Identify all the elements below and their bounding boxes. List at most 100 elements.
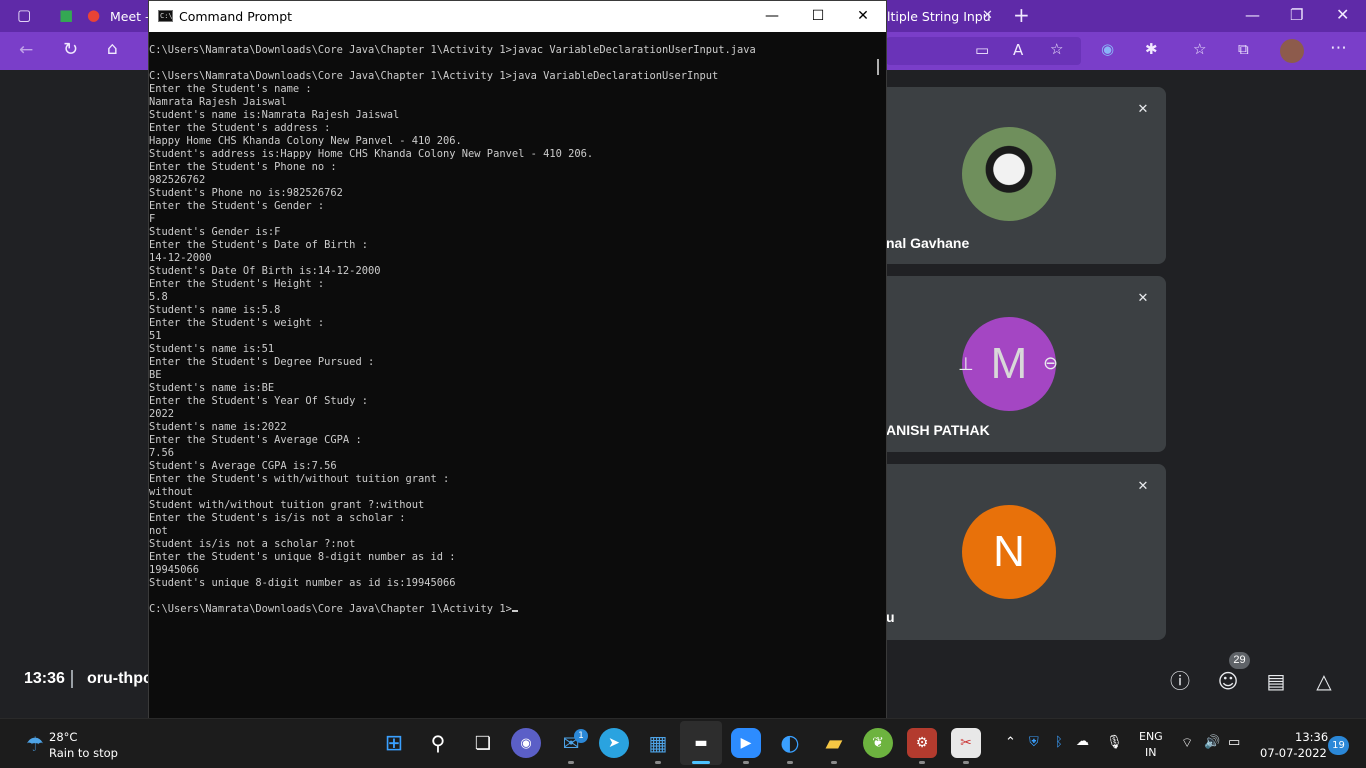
mail-badge: 1 [574, 729, 588, 743]
language-indicator[interactable]: ENG [1139, 730, 1163, 743]
notes-icon[interactable]: ▦ [643, 728, 673, 758]
task-view-icon[interactable]: ❏ [468, 728, 498, 758]
running-indicator [831, 761, 837, 764]
console-line: Student's Gender is:F [149, 226, 281, 238]
console-line: Student's name is:Namrata Rajesh Jaiswal [149, 109, 400, 121]
edge-icon[interactable]: ◐ [775, 728, 805, 758]
chevron-up-icon[interactable]: ⌃ [1005, 735, 1016, 750]
participant-tile[interactable]: ✕ nal Gavhane [868, 87, 1166, 264]
profile-avatar[interactable] [1280, 39, 1304, 63]
console-line: Namrata Rajesh Jaiswal [149, 96, 287, 108]
tab-actions-icon[interactable]: ▢ [17, 8, 31, 23]
home-icon[interactable]: ⌂ [107, 41, 118, 58]
refresh-icon[interactable]: ↻ [63, 41, 78, 59]
chat-icon[interactable]: ▤ [1263, 668, 1289, 694]
extension-globe-icon[interactable]: ◉ [1101, 42, 1114, 57]
read-aloud-icon[interactable]: A [1013, 43, 1023, 58]
cmd-title-bar[interactable]: C:\ Command Prompt — ☐ ✕ [149, 1, 886, 32]
running-indicator [919, 761, 925, 764]
participant-name: u [886, 609, 895, 625]
minimize-icon[interactable]: — [749, 1, 795, 32]
bluetooth-icon[interactable]: ᛒ [1055, 735, 1063, 750]
camera-icon[interactable]: ▭ [975, 43, 989, 58]
battery-icon[interactable]: ▭ [1228, 735, 1240, 750]
mic-off-icon: ✕ [1137, 291, 1149, 306]
clock-time[interactable]: 13:36 [1295, 730, 1328, 744]
text-cursor [511, 610, 518, 612]
running-indicator [743, 761, 749, 764]
weather-temperature[interactable]: 28°C [49, 730, 77, 744]
recording-icon: ● [87, 6, 101, 24]
notification-badge[interactable]: 19 [1328, 736, 1349, 755]
activities-icon[interactable]: △ [1311, 668, 1337, 694]
clock-date[interactable]: 07-07-2022 [1260, 746, 1327, 760]
console-output[interactable]: C:\Users\Namrata\Downloads\Core Java\Cha… [149, 44, 874, 616]
people-icon[interactable]: ☺ [1215, 668, 1241, 694]
weather-condition[interactable]: Rain to stop [49, 746, 118, 760]
weather-icon[interactable]: ☂ [26, 732, 44, 756]
back-icon[interactable]: ← [19, 42, 33, 59]
close-tab-icon[interactable]: ✕ [982, 9, 993, 22]
file-explorer-icon[interactable]: ▰ [819, 728, 849, 758]
code-blocks-icon[interactable]: ⚙ [907, 728, 937, 758]
start-icon[interactable]: ⊞ [379, 728, 409, 758]
more-options-icon[interactable]: ⋯ [1330, 40, 1347, 57]
maximize-icon[interactable]: ☐ [795, 1, 841, 32]
tab-multiple-string-input[interactable]: ltiple String Inpu [887, 9, 991, 24]
console-line: C:\Users\Namrata\Downloads\Core Java\Cha… [149, 70, 719, 82]
favorite-star-icon[interactable]: ☆ [1050, 42, 1063, 57]
participant-tile[interactable]: ✕ M ⊥ ⊖ ANISH PATHAK [868, 276, 1166, 452]
command-prompt-window[interactable]: C:\ Command Prompt — ☐ ✕ C:\Users\Namrat… [148, 0, 887, 720]
avatar: M [962, 317, 1056, 411]
running-indicator [568, 761, 574, 764]
console-line: Enter the Student's Date of Birth : [149, 239, 368, 251]
people-count-badge: 29 [1229, 652, 1250, 669]
collections-icon[interactable]: ⧉ [1238, 42, 1249, 57]
console-line: Student's name is:2022 [149, 421, 287, 433]
search-icon[interactable]: ⚲ [423, 728, 453, 758]
remove-icon[interactable]: ⊖ [1043, 353, 1058, 374]
taskbar: ☂ 28°C Rain to stop ⊞ ⚲ ❏ ◉ ✉ 1 ➤ ▦ ▬ ▶ … [0, 718, 1366, 768]
new-tab-icon[interactable]: + [1013, 5, 1030, 25]
console-line: Enter the Student's Average CGPA : [149, 434, 362, 446]
console-line: Enter the Student's is/is not a scholar … [149, 512, 406, 524]
console-line: Student's Phone no is:982526762 [149, 187, 343, 199]
scrollbar-thumb[interactable] [877, 59, 879, 75]
console-line: without [149, 486, 193, 498]
snipping-tool-icon[interactable]: ✂ [951, 728, 981, 758]
wifi-icon[interactable]: ⌔ [1181, 735, 1193, 751]
close-browser-icon[interactable]: ✕ [1336, 7, 1349, 23]
console-line: 5.8 [149, 291, 168, 303]
telegram-icon[interactable]: ➤ [599, 728, 629, 758]
restore-browser-icon[interactable]: ❐ [1290, 8, 1303, 23]
teams-chat-icon[interactable]: ◉ [511, 728, 541, 758]
language-region[interactable]: IN [1145, 746, 1156, 759]
defender-icon[interactable]: ⛨ [1029, 735, 1039, 750]
pin-icon[interactable]: ⊥ [958, 354, 974, 375]
microphone-icon[interactable]: 🎙 [1106, 735, 1123, 750]
meeting-time: 13:36 [24, 670, 65, 687]
participant-tile[interactable]: ✕ N u [868, 464, 1166, 640]
minimize-browser-icon[interactable]: — [1245, 8, 1260, 23]
console-line: 7.56 [149, 447, 175, 459]
command-prompt-taskbar-icon[interactable]: ▬ [686, 728, 716, 758]
onedrive-icon[interactable]: ☁ [1076, 734, 1089, 749]
zoom-icon[interactable]: ▶ [731, 728, 761, 758]
console-line: 14-12-2000 [149, 252, 212, 264]
extensions-icon[interactable]: ✱ [1145, 42, 1158, 57]
meeting-details-icon[interactable]: ⓘ [1167, 668, 1193, 694]
tab-meet[interactable]: Meet – [110, 9, 151, 24]
spring-tool-icon[interactable]: ❦ [863, 728, 893, 758]
favorites-icon[interactable]: ☆ [1193, 42, 1206, 57]
close-icon[interactable]: ✕ [840, 1, 886, 32]
divider [71, 670, 73, 688]
volume-icon[interactable]: 🔊 [1204, 735, 1220, 750]
console-line: Student's name is:51 [149, 343, 275, 355]
console-line: Student's address is:Happy Home CHS Khan… [149, 148, 594, 160]
console-line: F [149, 213, 156, 225]
console-line: Enter the Student's Degree Pursued : [149, 356, 375, 368]
cmd-window-title: Command Prompt [179, 9, 293, 24]
console-line: Enter the Student's Gender : [149, 200, 325, 212]
